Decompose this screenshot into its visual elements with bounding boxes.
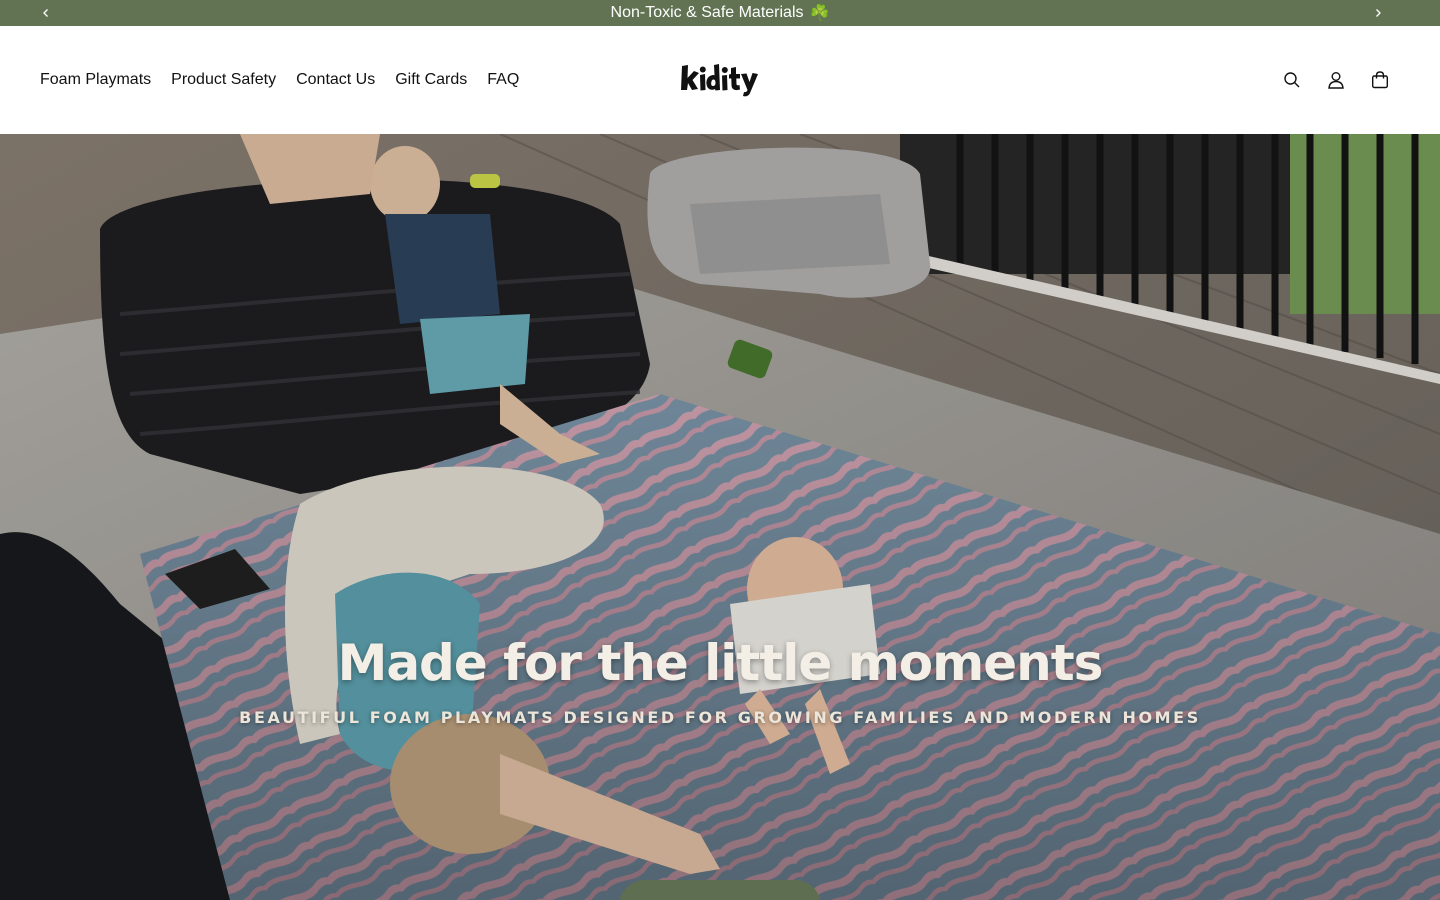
nav-faq[interactable]: FAQ — [487, 71, 519, 89]
account-icon — [1328, 72, 1344, 89]
kidity-logo[interactable]: kidity — [676, 56, 766, 102]
hero-banner: Made for the little moments Beautiful fo… — [0, 134, 1440, 900]
nav-product-safety[interactable]: Product Safety — [171, 71, 276, 89]
search-button[interactable] — [1270, 58, 1314, 102]
chevron-right-icon — [1376, 9, 1381, 17]
announcement-message: Non-Toxic & Safe Materials ☘️ — [611, 3, 830, 23]
nav-contact-us[interactable]: Contact Us — [296, 71, 375, 89]
hero-subtitle: Beautiful foam playmats designed for gro… — [239, 708, 1201, 727]
hero-cta-button[interactable] — [619, 880, 821, 900]
account-button[interactable] — [1314, 58, 1358, 102]
cart-icon — [1372, 71, 1389, 89]
announcement-bar: Non-Toxic & Safe Materials ☘️ — [0, 0, 1440, 26]
shamrock-emoji: ☘️ — [809, 5, 830, 22]
hero-title: Made for the little moments — [337, 634, 1104, 692]
hero-image — [0, 134, 1440, 900]
cart-button[interactable] — [1358, 58, 1402, 102]
announcement-text: Non-Toxic & Safe Materials — [610, 4, 804, 21]
nav-foam-playmats[interactable]: Foam Playmats — [40, 71, 151, 89]
announcement-next-button[interactable] — [1365, 0, 1391, 26]
site-header: Foam Playmats Product Safety Contact Us … — [0, 26, 1440, 134]
search-icon — [1284, 72, 1300, 88]
main-nav: Foam Playmats Product Safety Contact Us … — [40, 26, 519, 134]
nav-gift-cards[interactable]: Gift Cards — [395, 71, 467, 89]
announcement-prev-button[interactable] — [33, 0, 59, 26]
chevron-left-icon — [43, 9, 48, 17]
kidity-logo-mark: kidity — [681, 64, 758, 97]
header-icons — [1270, 26, 1402, 134]
